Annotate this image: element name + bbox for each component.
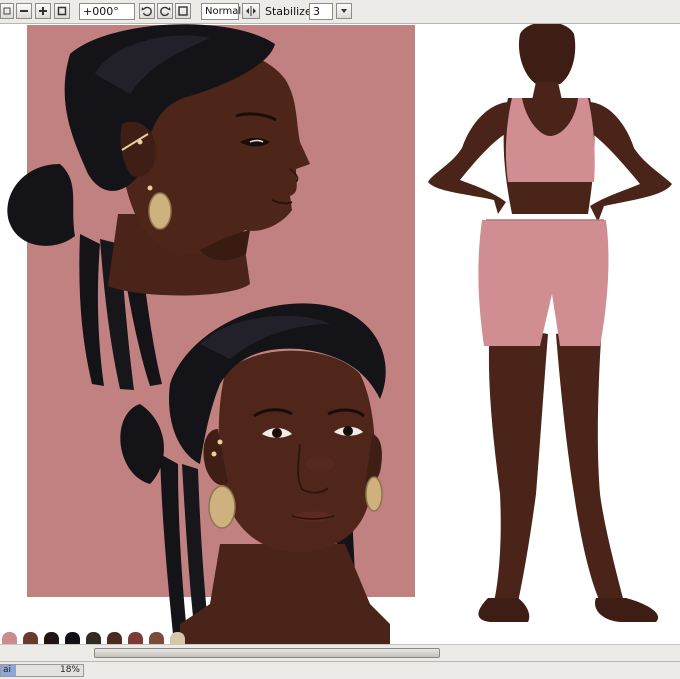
rotation-field[interactable]: +000° <box>79 3 135 20</box>
status-bar: ai 18% <box>0 661 680 679</box>
palette-swatch[interactable] <box>23 632 38 644</box>
document-name: ai <box>3 665 12 675</box>
rotate-reset-button[interactable] <box>175 3 191 19</box>
zoom-reset-button[interactable] <box>54 3 70 19</box>
stabilizer-field[interactable]: 3 <box>309 3 333 20</box>
rotate-left-button[interactable] <box>139 3 155 19</box>
palette-swatch[interactable] <box>44 632 59 644</box>
toolbar-grip-icon <box>0 3 14 19</box>
rotate-right-button[interactable] <box>157 3 173 19</box>
minus-icon <box>19 6 29 16</box>
drawing-canvas[interactable] <box>0 24 680 644</box>
palette-swatch[interactable] <box>86 632 101 644</box>
chevron-down-icon <box>339 6 349 16</box>
palette-swatch[interactable] <box>149 632 164 644</box>
palette-swatch[interactable] <box>2 632 17 644</box>
memory-progress-bar: ai 18% <box>0 664 84 677</box>
zoom-out-button[interactable] <box>16 3 32 19</box>
palette-swatch[interactable] <box>128 632 143 644</box>
plus-icon <box>38 6 48 16</box>
artwork <box>7 24 672 644</box>
color-palette <box>0 632 190 644</box>
rotate-cw-icon <box>159 5 171 17</box>
memory-percentage: 18% <box>59 665 80 675</box>
palette-swatch[interactable] <box>65 632 80 644</box>
rotate-ccw-icon <box>141 5 153 17</box>
zoom-in-button[interactable] <box>35 3 51 19</box>
blend-mode-field[interactable]: Normal <box>201 3 241 20</box>
reset-icon <box>177 5 189 17</box>
horizontal-scroll-thumb[interactable] <box>94 648 440 658</box>
horizontal-scrollbar[interactable] <box>0 644 680 661</box>
flip-horizontal-icon <box>245 5 257 17</box>
full-body-figure <box>428 24 672 622</box>
canvas-toolbar: +000° Normal Stabilizer 3 <box>0 0 680 24</box>
palette-swatch[interactable] <box>170 632 185 644</box>
stabilizer-dropdown-button[interactable] <box>336 3 352 19</box>
flip-horizontal-button[interactable] <box>242 3 260 19</box>
palette-swatch[interactable] <box>107 632 122 644</box>
square-icon <box>57 6 67 16</box>
